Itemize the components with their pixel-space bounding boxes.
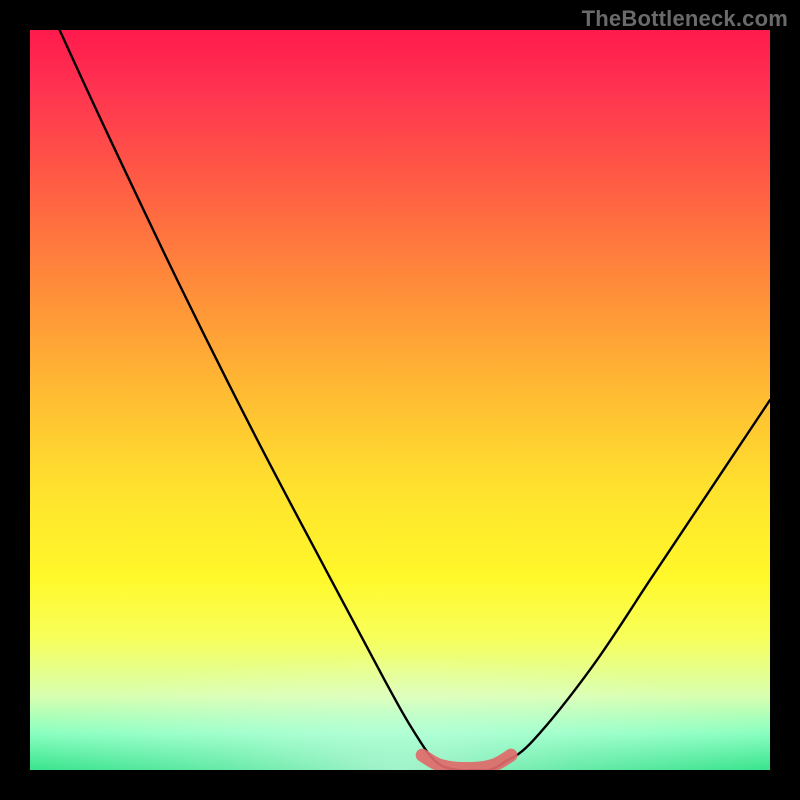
chart-frame: TheBottleneck.com bbox=[0, 0, 800, 800]
no-bottleneck-band bbox=[422, 755, 511, 768]
plot-area bbox=[30, 30, 770, 770]
watermark-text: TheBottleneck.com bbox=[582, 6, 788, 32]
curve-layer bbox=[30, 30, 770, 770]
bottleneck-curve bbox=[60, 30, 770, 770]
